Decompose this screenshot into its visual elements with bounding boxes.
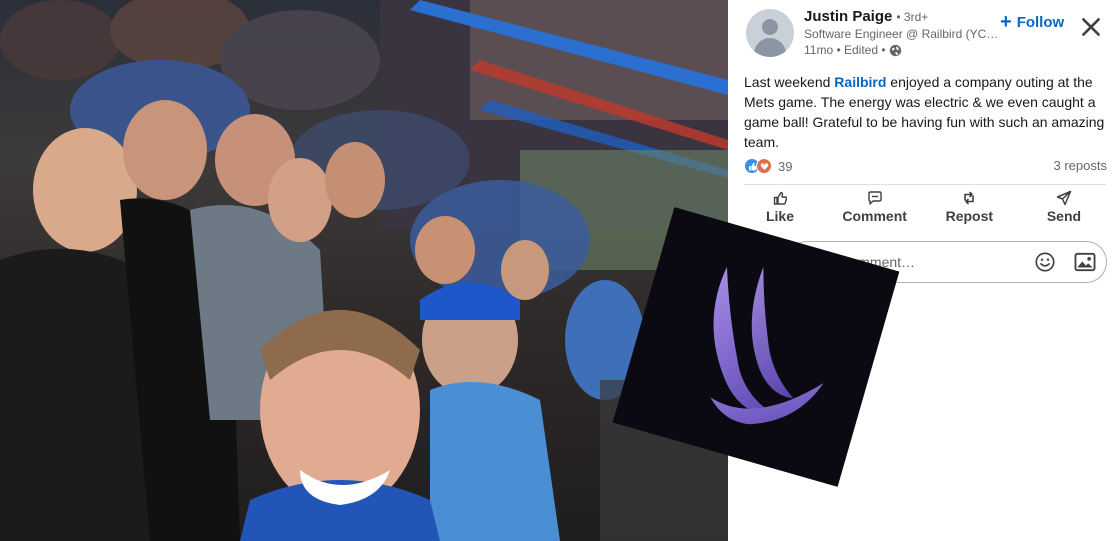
emoji-icon[interactable]	[1034, 251, 1056, 273]
avatar-head	[762, 19, 778, 35]
follow-label: Follow	[1016, 13, 1065, 31]
plus-icon: +	[1000, 11, 1012, 33]
reactions-summary[interactable]: 39	[744, 158, 792, 174]
comment-icon	[867, 191, 882, 205]
social-actions-bar: Like Comment Repost Send	[736, 190, 1108, 224]
like-button[interactable]: Like	[736, 190, 824, 224]
post-meta: 11mo • Edited •	[804, 43, 902, 57]
reaction-icons	[744, 158, 772, 174]
avatar[interactable]	[746, 9, 794, 57]
reposts-count[interactable]: 3 reposts	[1054, 158, 1107, 173]
send-icon	[1056, 190, 1072, 206]
image-icon[interactable]	[1074, 252, 1096, 272]
author-name-row: Justin Paige • 3rd+	[804, 8, 928, 25]
author-headline: Software Engineer @ Railbird (YC…	[804, 27, 999, 41]
post-text: Last weekend Railbird enjoyed a company …	[744, 72, 1108, 152]
post-text-before: Last weekend	[744, 74, 835, 90]
thumbs-up-icon	[773, 191, 788, 205]
author-name[interactable]: Justin Paige	[804, 8, 892, 25]
repost-icon	[964, 191, 975, 205]
globe-icon	[889, 44, 901, 56]
divider	[744, 184, 1106, 185]
post-photo	[0, 0, 728, 541]
close-icon[interactable]	[1078, 14, 1104, 40]
repost-label: Repost	[945, 208, 994, 224]
railbird-logo-icon	[710, 266, 824, 425]
love-reaction-icon	[756, 158, 772, 174]
repost-button[interactable]: Repost	[925, 190, 1013, 224]
comment-button[interactable]: Comment	[831, 190, 919, 224]
stadium-crowd-photo	[0, 0, 728, 541]
comment-label: Comment	[842, 208, 907, 224]
follow-button[interactable]: + Follow	[1000, 11, 1065, 33]
send-label: Send	[1046, 208, 1082, 224]
reaction-count: 39	[778, 158, 793, 174]
send-button[interactable]: Send	[1020, 190, 1108, 224]
company-mention-link[interactable]: Railbird	[834, 74, 886, 90]
like-label: Like	[765, 208, 794, 224]
avatar-body	[754, 38, 786, 57]
connection-degree: • 3rd+	[896, 10, 929, 24]
post-meta-text: 11mo • Edited •	[804, 43, 886, 57]
